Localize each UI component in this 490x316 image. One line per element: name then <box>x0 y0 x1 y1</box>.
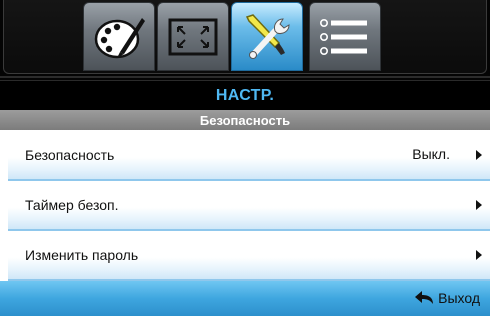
row-label: Безопасность <box>25 147 115 163</box>
exit-button[interactable]: Выход <box>414 290 480 306</box>
arrow-right-icon <box>476 250 482 260</box>
tools-icon <box>239 11 295 63</box>
arrow-right-icon <box>476 150 482 160</box>
page-subtitle: Безопасность <box>199 112 291 128</box>
row-label: Изменить пароль <box>25 247 139 263</box>
page-title: НАСТР. <box>215 86 275 104</box>
row-label: Таймер безоп. <box>25 197 119 213</box>
row-value: Выкл. <box>412 146 450 162</box>
footer-bar: Выход <box>0 281 490 316</box>
palette-icon <box>92 12 146 62</box>
menu-list: Безопасность Выкл. Таймер безоп. Изменит… <box>8 131 490 281</box>
exit-label: Выход <box>438 290 480 306</box>
display-size-icon <box>167 16 219 58</box>
list-icon <box>318 17 372 57</box>
tab-display[interactable] <box>157 2 229 71</box>
menu-row-security-timer[interactable]: Таймер безоп. <box>8 181 490 231</box>
menu-row-security[interactable]: Безопасность Выкл. <box>8 131 490 181</box>
menu-row-change-password[interactable]: Изменить пароль <box>8 231 490 281</box>
arrow-right-icon <box>476 200 482 210</box>
tab-panel <box>3 0 487 74</box>
section-header: НАСТР. <box>0 80 490 110</box>
submenu-header: Безопасность <box>0 110 490 130</box>
tab-setup[interactable] <box>231 2 303 71</box>
tab-info[interactable] <box>309 2 381 71</box>
projector-osd-menu: НАСТР. Безопасность Безопасность Выкл. Т… <box>0 0 490 316</box>
tab-image[interactable] <box>83 2 155 71</box>
tabbar-divider <box>0 76 490 78</box>
tab-bar <box>0 0 490 80</box>
return-arrow-icon <box>414 291 434 305</box>
